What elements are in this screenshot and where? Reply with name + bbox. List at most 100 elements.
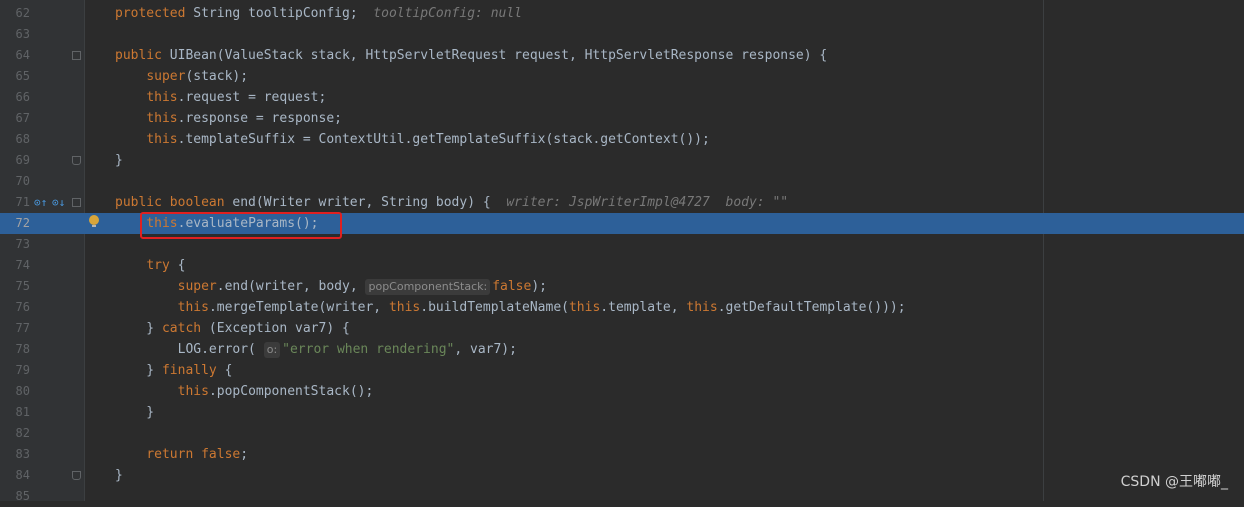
lightbulb-icon[interactable] [89,215,99,227]
code-line-68[interactable]: 68 this.templateSuffix = ContextUtil.get… [0,129,1244,150]
code-token: { [169,258,186,273]
code-line-78[interactable]: 78 LOG.error( o: "error when rendering", … [0,339,1244,360]
code-line-79[interactable]: 79 } finally { [0,360,1244,381]
code-line-82[interactable]: 82 [0,423,1244,444]
code-text: return false; [115,444,248,465]
line-number[interactable]: 69 [0,150,30,171]
line-number[interactable]: 85 [0,486,30,507]
line-number[interactable]: 73 [0,234,30,255]
line-number[interactable]: 76 [0,297,30,318]
code-line-83[interactable]: 83 return false; [0,444,1244,465]
code-token: "error when rendering" [282,342,455,357]
code-token: ; [240,447,249,462]
code-text: } catch (Exception var7) { [115,318,350,339]
code-token: super [146,69,186,84]
line-number[interactable]: 63 [0,24,30,45]
code-text: super.end(writer, body, popComponentStac… [115,276,547,297]
line-number[interactable]: 74 [0,255,30,276]
code-line-64[interactable]: 64 public UIBean(ValueStack stack, HttpSe… [0,45,1244,66]
code-token: (Exception var7) { [201,321,350,336]
code-token: .mergeTemplate(writer, [208,300,389,315]
line-number[interactable]: 78 [0,339,30,360]
code-line-77[interactable]: 77 } catch (Exception var7) { [0,318,1244,339]
code-token: .buildTemplateName( [420,300,569,315]
code-line-65[interactable]: 65 super(stack); [0,66,1244,87]
code-token: .popComponentStack(); [208,384,374,399]
code-line-76[interactable]: 76 this.mergeTemplate(writer, this.build… [0,297,1244,318]
line-number[interactable]: 72 [0,213,30,234]
line-number[interactable]: 75 [0,276,30,297]
code-line-74[interactable]: 74 try { [0,255,1244,276]
implemented-method-icon[interactable]: ⊙↓ [52,196,65,209]
code-line-63[interactable]: 63 [0,24,1244,45]
code-text: this.templateSuffix = ContextUtil.getTem… [115,129,710,150]
code-line-71[interactable]: 71 public boolean end(Writer writer, Stri… [0,192,1244,213]
code-editor[interactable]: 62 protected String tooltipConfig; toolti… [0,0,1244,503]
line-number[interactable]: 67 [0,108,30,129]
code-token: try [146,258,170,273]
code-token: false [492,279,532,294]
parameter-hint: o: [263,342,281,358]
line-number[interactable]: 82 [0,423,30,444]
code-line-66[interactable]: 66 this.request = request; [0,87,1244,108]
line-number[interactable]: 65 [0,66,30,87]
code-token: , var7); [454,342,517,357]
line-number[interactable]: 77 [0,318,30,339]
line-number[interactable]: 84 [0,465,30,486]
code-token: .getDefaultTemplate())); [717,300,906,315]
line-number[interactable]: 79 [0,360,30,381]
code-token: } [115,468,123,483]
code-text: this.mergeTemplate(writer, this.buildTem… [115,297,906,318]
code-line-75[interactable]: 75 super.end(writer, body, popComponentS… [0,276,1244,297]
code-token: .request = request; [177,90,327,105]
code-line-69[interactable]: 69} [0,150,1244,171]
code-line-84[interactable]: 84} [0,465,1244,486]
code-line-62[interactable]: 62 protected String tooltipConfig; toolti… [0,3,1244,24]
code-token: ); [531,279,547,294]
code-line-70[interactable]: 70 [0,171,1244,192]
fold-marker-icon[interactable] [72,198,81,207]
code-text: protected String tooltipConfig; tooltipC… [115,3,522,24]
code-line-85[interactable]: 85 [0,486,1244,507]
code-text: this.response = response; [115,108,342,129]
code-token: this [146,111,178,126]
fold-marker-icon[interactable] [72,471,81,480]
code-token: UIBean(ValueStack stack, HttpServletRequ… [161,48,828,63]
line-number[interactable]: 64 [0,45,30,66]
code-token: } [115,363,162,378]
code-token: } [115,405,155,420]
line-number[interactable]: 68 [0,129,30,150]
line-number[interactable]: 62 [0,3,30,24]
line-number[interactable]: 66 [0,87,30,108]
code-token: this [568,300,601,315]
code-text: public boolean end(Writer writer, String… [115,192,788,213]
code-line-81[interactable]: 81 } [0,402,1244,423]
parameter-hint: popComponentStack: [365,279,491,295]
fold-marker-icon[interactable] [72,156,81,165]
fold-marker-icon[interactable] [72,51,81,60]
line-number[interactable]: 81 [0,402,30,423]
code-line-80[interactable]: 80 this.popComponentStack(); [0,381,1244,402]
line-number[interactable]: 70 [0,171,30,192]
code-token: { [216,363,233,378]
line-number[interactable]: 83 [0,444,30,465]
code-text: this.request = request; [115,87,326,108]
code-token: this [388,300,421,315]
code-line-67[interactable]: 67 this.response = response; [0,108,1244,129]
override-method-icon[interactable]: ⊙↑ [34,196,47,209]
code-token: (stack); [185,69,249,84]
debug-value-hint: writer: JspWriterImpl@4727 body: "" [490,195,789,210]
code-text: } [115,150,123,171]
line-number[interactable]: 80 [0,381,30,402]
code-token: return false [146,447,241,462]
code-token: this [177,300,209,315]
code-text: } [115,402,154,423]
code-token: this [146,90,178,105]
line-number[interactable]: 71 [0,192,30,213]
